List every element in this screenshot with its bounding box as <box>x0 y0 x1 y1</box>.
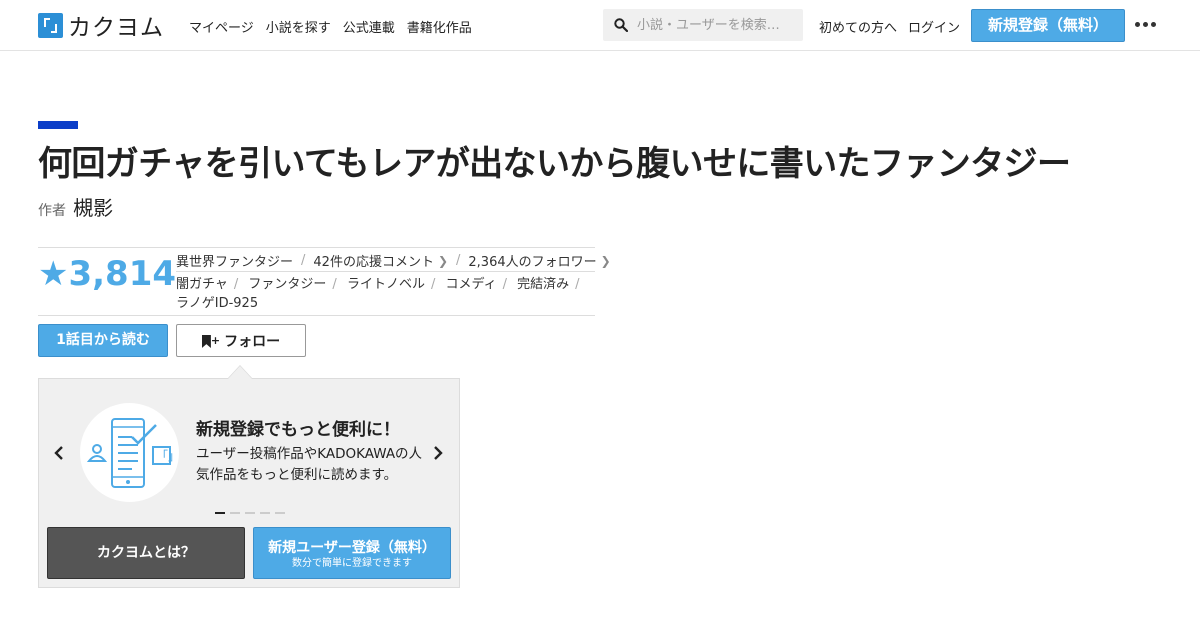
promo-title: 新規登録でもっと便利に！ <box>196 420 400 440</box>
signup-button[interactable]: 新規登録（無料） <box>971 9 1125 42</box>
rating-count: 3,814 <box>68 254 177 294</box>
carousel-dot[interactable] <box>230 512 240 514</box>
tag-item[interactable]: 闇ガチャ <box>176 277 228 292</box>
tag-item[interactable]: ファンタジー <box>248 277 326 292</box>
nav-official-serial[interactable]: 公式連載 <box>343 17 395 36</box>
plus-icon: + <box>210 334 221 347</box>
title-accent-bar <box>38 121 78 129</box>
nav-my-page[interactable]: マイページ <box>189 17 254 36</box>
chevron-right-icon: ❯ <box>437 253 449 268</box>
carousel-dot[interactable] <box>260 512 270 514</box>
genre-link[interactable]: 異世界ファンタジー <box>176 251 293 270</box>
logo-text[interactable]: カクヨム <box>68 8 164 42</box>
promo-notch-fill <box>228 366 252 379</box>
main-nav: マイページ 小説を探す 公式連載 書籍化作品 <box>189 17 472 36</box>
separator: / <box>430 277 436 292</box>
register-button-label: 新規ユーザー登録（無料） <box>268 540 436 556</box>
bookmark-icon <box>201 335 211 348</box>
kakuyomu-logo-icon[interactable] <box>38 13 63 38</box>
follow-button[interactable]: + フォロー <box>176 324 306 357</box>
separator: / <box>332 277 337 292</box>
nav-published-works[interactable]: 書籍化作品 <box>407 17 472 36</box>
author-name[interactable]: 槻影 <box>73 196 113 220</box>
search-box <box>603 9 803 41</box>
separator: / <box>301 253 306 268</box>
search-icon[interactable] <box>614 18 628 32</box>
separator: / <box>456 253 461 268</box>
tag-item[interactable]: ラノゲID-925 <box>176 296 258 311</box>
separator: / <box>233 277 239 292</box>
cheer-comments-link[interactable]: 42件の応援コメント <box>313 251 434 270</box>
svg-text:「」: 「」 <box>156 449 179 463</box>
promo-description: ユーザー投稿作品やKADOKAWAの人気作品をもっと便利に読めます。 <box>196 446 423 483</box>
tag-list: 闇ガチャ / ファンタジー / ライトノベル / コメディ / 完結済み / ラノゲID-… <box>176 275 595 313</box>
follow-label: フォロー <box>224 334 281 350</box>
star-icon: ★ <box>38 254 69 294</box>
login-link[interactable]: ログイン <box>908 17 960 36</box>
carousel-dot[interactable] <box>215 512 225 514</box>
carousel-dot[interactable] <box>275 512 285 514</box>
tag-item[interactable]: ライトノベル <box>347 277 425 292</box>
tag-item[interactable]: 完結済み <box>517 277 569 292</box>
separator: / <box>502 277 507 292</box>
carousel-indicators <box>215 512 285 514</box>
tag-item[interactable]: コメディ <box>446 277 497 292</box>
read-first-episode-button[interactable]: 1話目から読む <box>38 324 168 357</box>
carousel-dot[interactable] <box>245 512 255 514</box>
chevron-left-icon[interactable] <box>53 445 65 461</box>
work-title[interactable]: 何回ガチャを引いてもレアが出ないから腹いせに書いたファンタジー <box>38 142 1178 186</box>
author-line: 作者 槻影 <box>38 192 113 221</box>
about-kakuyomu-button[interactable]: カクヨムとは？ <box>47 527 245 579</box>
author-label: 作者 <box>38 203 66 219</box>
register-button-sublabel: 数分で簡単に登録できます <box>292 558 412 569</box>
meta-divider <box>176 271 595 272</box>
work-meta: 異世界ファンタジー / 42件の応援コメント ❯ / 2,364人のフォロワー … <box>176 250 611 271</box>
followers-link[interactable]: 2,364人のフォロワー <box>468 251 596 270</box>
first-time-link[interactable]: 初めての方へ <box>819 17 897 36</box>
more-menu-icon[interactable] <box>1135 22 1157 28</box>
separator: / <box>575 277 580 292</box>
search-input[interactable] <box>637 15 797 35</box>
phone-illustration-icon: 「」 <box>80 403 180 502</box>
chevron-right-icon[interactable] <box>432 445 444 461</box>
star-rating[interactable]: ★3,814 <box>38 254 176 294</box>
site-header: カクヨム マイページ 小説を探す 公式連載 書籍化作品 初めての方へ ログイン … <box>0 0 1200 51</box>
nav-find-novels[interactable]: 小説を探す <box>266 17 331 36</box>
chevron-right-icon: ❯ <box>600 253 611 268</box>
register-button[interactable]: 新規ユーザー登録（無料） 数分で簡単に登録できます <box>253 527 451 579</box>
